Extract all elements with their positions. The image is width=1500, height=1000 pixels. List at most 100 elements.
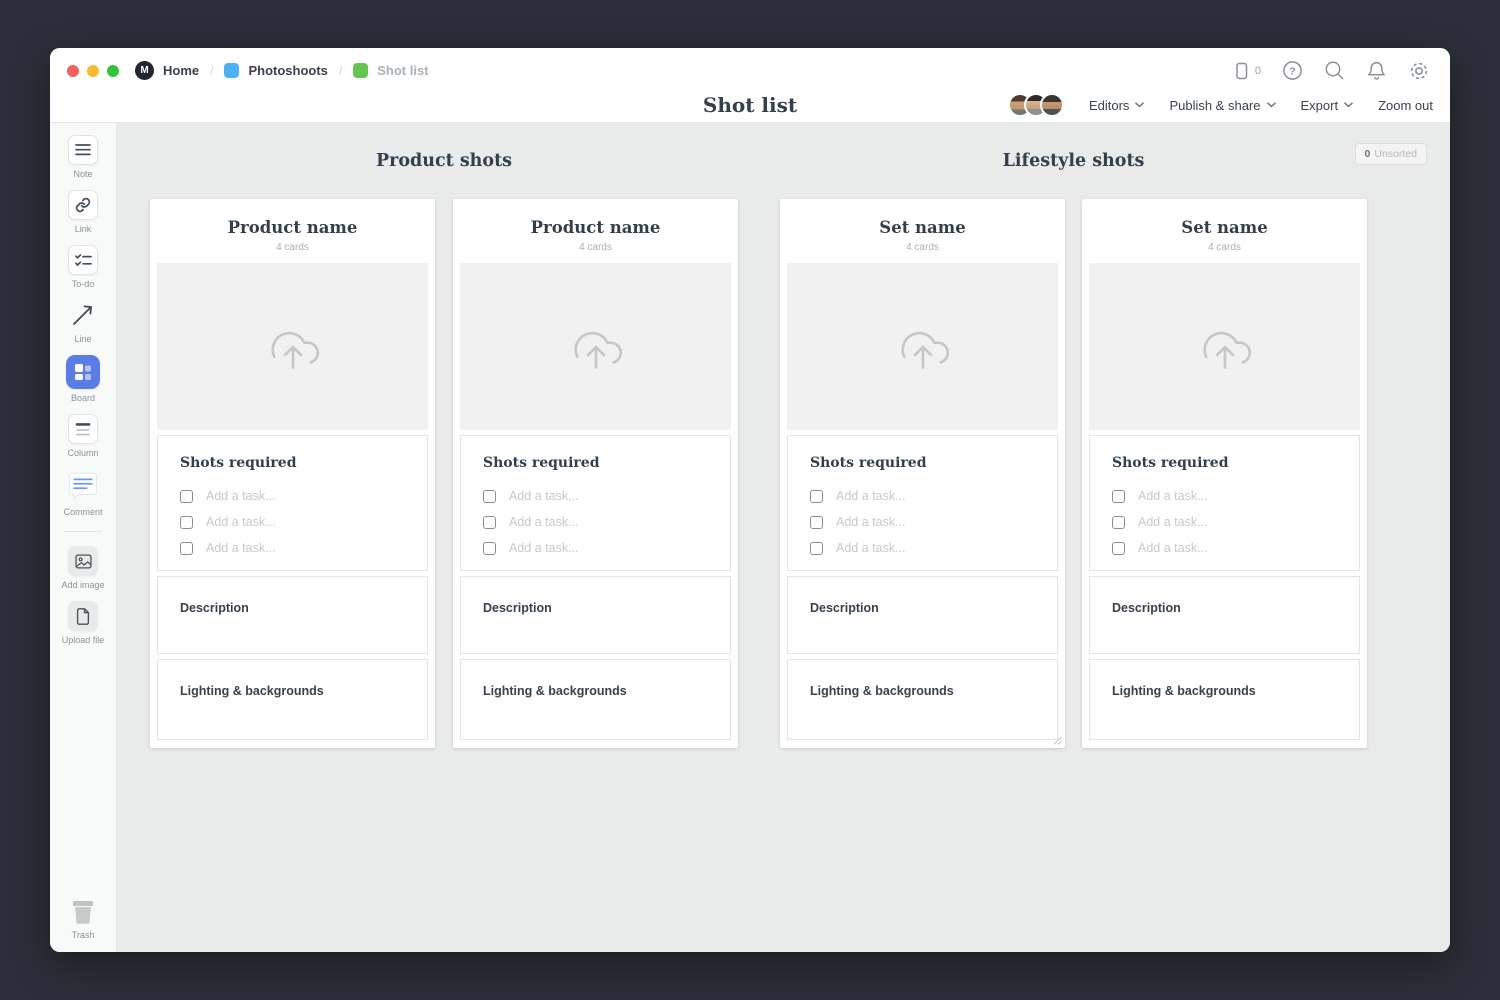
board-card[interactable]: Product name 4 cards Shots required Add … <box>453 199 738 748</box>
mobile-uploads-button[interactable]: 0 <box>1231 61 1261 81</box>
close-window-button[interactable] <box>67 65 79 77</box>
todo-note[interactable]: Shots required Add a task... Add a task.… <box>157 435 428 571</box>
image-upload-placeholder[interactable] <box>1089 263 1360 430</box>
group-title[interactable]: Lifestyle shots <box>780 150 1367 172</box>
task-checkbox[interactable] <box>1112 490 1125 503</box>
publish-share-menu[interactable]: Publish & share <box>1169 98 1275 113</box>
editor-avatars[interactable] <box>1008 93 1064 117</box>
lighting-note[interactable]: Lighting & backgrounds <box>787 659 1058 740</box>
mobile-count: 0 <box>1255 65 1261 77</box>
tool-link[interactable]: Link <box>68 190 98 234</box>
todo-task-row[interactable]: Add a task... <box>180 535 411 561</box>
image-upload-placeholder[interactable] <box>787 263 1058 430</box>
description-note[interactable]: Description <box>460 576 731 654</box>
board-card[interactable]: Set name 4 cards Shots required Add a ta… <box>1082 199 1367 748</box>
breadcrumb-photoshoots[interactable]: Photoshoots <box>248 63 327 78</box>
image-upload-placeholder[interactable] <box>157 263 428 430</box>
task-checkbox[interactable] <box>180 542 193 555</box>
task-checkbox[interactable] <box>1112 516 1125 529</box>
tool-column[interactable]: Column <box>67 414 98 458</box>
task-checkbox[interactable] <box>1112 542 1125 555</box>
milanote-logo-icon[interactable]: M <box>135 61 154 80</box>
resize-handle[interactable] <box>1051 734 1062 745</box>
card-title[interactable]: Product name <box>228 218 358 237</box>
todo-task-row[interactable]: Add a task... <box>810 509 1041 535</box>
tool-upload-file[interactable]: Upload file <box>62 601 105 645</box>
tool-board[interactable]: Board <box>66 355 100 403</box>
export-label: Export <box>1301 98 1339 113</box>
maximize-window-button[interactable] <box>107 65 119 77</box>
note-title: Description <box>483 601 714 615</box>
zoom-out-button[interactable]: Zoom out <box>1378 98 1433 113</box>
card-title[interactable]: Product name <box>531 218 661 237</box>
task-placeholder[interactable]: Add a task... <box>1138 515 1207 529</box>
task-placeholder[interactable]: Add a task... <box>206 489 275 503</box>
description-note[interactable]: Description <box>157 576 428 654</box>
description-note[interactable]: Description <box>1089 576 1360 654</box>
minimize-window-button[interactable] <box>87 65 99 77</box>
image-upload-placeholder[interactable] <box>460 263 731 430</box>
help-button[interactable]: ? <box>1282 60 1303 81</box>
todo-task-row[interactable]: Add a task... <box>1112 535 1343 561</box>
tool-line[interactable]: Line <box>68 300 98 344</box>
task-placeholder[interactable]: Add a task... <box>1138 489 1207 503</box>
task-placeholder[interactable]: Add a task... <box>1138 541 1207 555</box>
task-placeholder[interactable]: Add a task... <box>836 489 905 503</box>
task-placeholder[interactable]: Add a task... <box>509 515 578 529</box>
board-chip-green-icon[interactable] <box>353 63 368 78</box>
todo-task-row[interactable]: Add a task... <box>180 483 411 509</box>
lighting-note[interactable]: Lighting & backgrounds <box>157 659 428 740</box>
search-button[interactable] <box>1324 60 1345 81</box>
task-checkbox[interactable] <box>483 542 496 555</box>
tool-label: Trash <box>72 930 95 940</box>
group-title[interactable]: Product shots <box>150 150 738 172</box>
todo-task-row[interactable]: Add a task... <box>810 483 1041 509</box>
task-placeholder[interactable]: Add a task... <box>836 541 905 555</box>
todo-task-row[interactable]: Add a task... <box>1112 483 1343 509</box>
card-title[interactable]: Set name <box>1181 218 1267 237</box>
todo-task-row[interactable]: Add a task... <box>180 509 411 535</box>
board-card[interactable]: Product name 4 cards Shots required Add … <box>150 199 435 748</box>
task-checkbox[interactable] <box>810 542 823 555</box>
todo-task-row[interactable]: Add a task... <box>483 509 714 535</box>
todo-task-row[interactable]: Add a task... <box>483 535 714 561</box>
task-placeholder[interactable]: Add a task... <box>836 515 905 529</box>
tool-comment[interactable]: Comment <box>63 469 102 517</box>
unsorted-label: Unsorted <box>1374 148 1417 160</box>
todo-task-row[interactable]: Add a task... <box>483 483 714 509</box>
chevron-down-icon <box>1344 102 1353 108</box>
settings-button[interactable] <box>1408 60 1430 82</box>
task-checkbox[interactable] <box>483 490 496 503</box>
editors-menu[interactable]: Editors <box>1089 98 1144 113</box>
card-title[interactable]: Set name <box>879 218 965 237</box>
breadcrumb-home[interactable]: Home <box>163 63 199 78</box>
task-checkbox[interactable] <box>810 516 823 529</box>
export-menu[interactable]: Export <box>1301 98 1354 113</box>
tool-note[interactable]: Note <box>68 135 98 179</box>
board-canvas[interactable]: 0 Unsorted Product shots Product name 4 … <box>117 123 1450 952</box>
task-checkbox[interactable] <box>483 516 496 529</box>
task-checkbox[interactable] <box>810 490 823 503</box>
task-placeholder[interactable]: Add a task... <box>206 515 275 529</box>
todo-note[interactable]: Shots required Add a task... Add a task.… <box>787 435 1058 571</box>
task-placeholder[interactable]: Add a task... <box>509 489 578 503</box>
todo-task-row[interactable]: Add a task... <box>810 535 1041 561</box>
trash[interactable]: Trash <box>68 898 98 940</box>
description-note[interactable]: Description <box>787 576 1058 654</box>
lighting-note[interactable]: Lighting & backgrounds <box>1089 659 1360 740</box>
lighting-note[interactable]: Lighting & backgrounds <box>460 659 731 740</box>
notifications-button[interactable] <box>1366 60 1387 81</box>
task-placeholder[interactable]: Add a task... <box>509 541 578 555</box>
todo-note[interactable]: Shots required Add a task... Add a task.… <box>460 435 731 571</box>
tool-todo[interactable]: To-do <box>68 245 98 289</box>
task-checkbox[interactable] <box>180 516 193 529</box>
task-checkbox[interactable] <box>180 490 193 503</box>
board-card[interactable]: Set name 4 cards Shots required Add a ta… <box>780 199 1065 748</box>
todo-task-row[interactable]: Add a task... <box>1112 509 1343 535</box>
note-icon <box>75 143 91 157</box>
task-placeholder[interactable]: Add a task... <box>206 541 275 555</box>
todo-note[interactable]: Shots required Add a task... Add a task.… <box>1089 435 1360 571</box>
avatar[interactable] <box>1040 93 1064 117</box>
tool-add-image[interactable]: Add image <box>61 546 104 590</box>
board-chip-blue-icon[interactable] <box>224 63 239 78</box>
